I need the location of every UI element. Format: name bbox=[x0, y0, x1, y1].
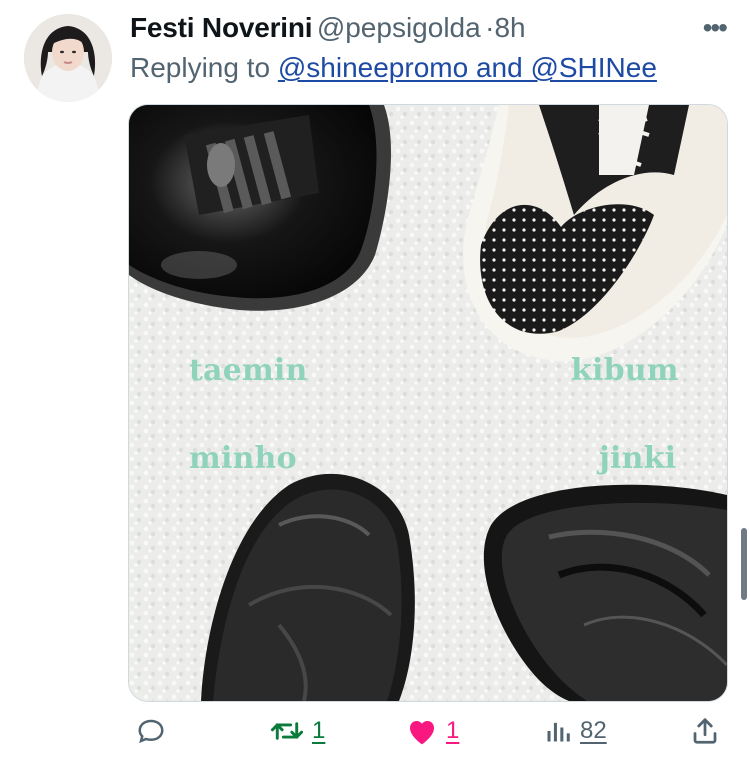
retweet-count: 1 bbox=[312, 717, 326, 744]
share-button[interactable] bbox=[690, 716, 720, 746]
label-jinki: jinki bbox=[599, 441, 677, 476]
replying-to-link[interactable]: @shineepromo and @SHINee bbox=[278, 52, 657, 83]
author-handle[interactable]: @pepsigolda bbox=[317, 12, 481, 43]
replying-to-line: Replying to @shineepromo and @SHINee bbox=[130, 52, 657, 84]
tweet-actions: 1 1 82 bbox=[130, 716, 726, 756]
retweet-button[interactable]: 1 bbox=[270, 716, 325, 746]
reply-icon bbox=[138, 719, 164, 744]
retweet-icon bbox=[270, 722, 304, 740]
views-button[interactable]: 82 bbox=[544, 716, 607, 746]
avatar[interactable] bbox=[24, 14, 112, 102]
shoes-photo bbox=[129, 105, 727, 701]
tweet-time[interactable]: 8h bbox=[494, 12, 525, 43]
label-kibum: kibum bbox=[571, 353, 679, 388]
author-name[interactable]: Festi Noverini bbox=[130, 12, 313, 43]
label-taemin: taemin bbox=[189, 353, 308, 388]
shoe-top-left bbox=[129, 105, 391, 311]
tweet-header: Festi Noverini @pepsigolda ·8h ••• bbox=[130, 12, 728, 52]
views-count: 82 bbox=[580, 717, 607, 744]
share-icon bbox=[693, 718, 717, 744]
heart-icon bbox=[410, 721, 434, 745]
tweet-image[interactable]: taemin kibum minho jinki bbox=[128, 104, 728, 702]
replying-to-label: Replying to bbox=[130, 52, 271, 83]
scrollbar-thumb[interactable] bbox=[741, 528, 747, 600]
like-count: 1 bbox=[446, 717, 460, 744]
like-button[interactable]: 1 bbox=[406, 716, 459, 746]
more-options-icon[interactable]: ••• bbox=[703, 12, 728, 44]
avatar-image bbox=[24, 14, 112, 102]
reply-button[interactable] bbox=[136, 716, 174, 746]
views-icon bbox=[547, 722, 570, 742]
label-minho: minho bbox=[189, 441, 297, 476]
